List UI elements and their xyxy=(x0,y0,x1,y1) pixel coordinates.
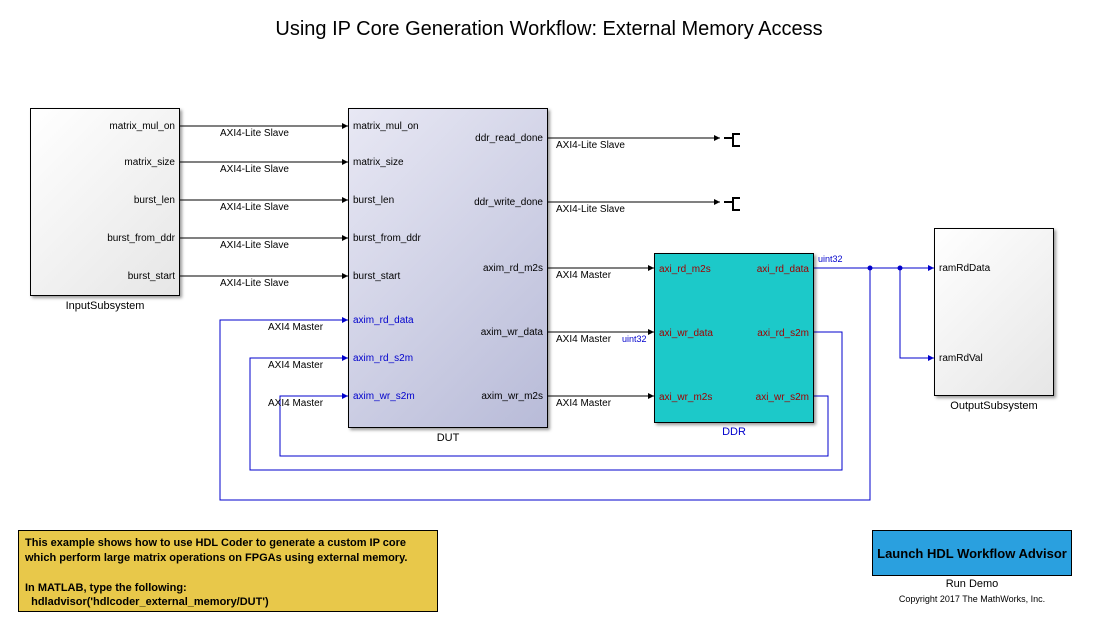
port-out: axim_wr_m2s xyxy=(481,391,543,402)
signal-label: AXI4 Master xyxy=(268,398,323,409)
block-ddr[interactable]: axi_rd_m2s axi_wr_data axi_wr_m2s axi_rd… xyxy=(654,253,814,423)
port-in: axim_rd_data xyxy=(353,315,414,326)
page-title: Using IP Core Generation Workflow: Exter… xyxy=(0,18,1098,41)
port-in: axim_wr_s2m xyxy=(353,391,415,402)
block-input-subsystem[interactable]: matrix_mul_on matrix_size burst_len burs… xyxy=(30,108,180,296)
note-line: In MATLAB, type the following: xyxy=(25,582,187,594)
block-output-label: OutputSubsystem xyxy=(934,400,1054,412)
port-in: axi_rd_m2s xyxy=(659,264,711,275)
signal-label: AXI4 Master xyxy=(556,398,611,409)
port-out: burst_from_ddr xyxy=(107,233,175,244)
signal-label: AXI4-Lite Slave xyxy=(556,204,625,215)
terminator-icon xyxy=(724,197,738,207)
port-in: burst_start xyxy=(353,271,400,282)
port-in: axi_wr_m2s xyxy=(659,392,712,403)
signal-label: AXI4-Lite Slave xyxy=(220,202,289,213)
block-ddr-label: DDR xyxy=(654,426,814,438)
launch-hdl-workflow-button[interactable]: Launch HDL Workflow Advisor xyxy=(872,530,1072,576)
port-in: matrix_mul_on xyxy=(353,121,419,132)
signal-label: AXI4 Master xyxy=(268,360,323,371)
signal-label: AXI4-Lite Slave xyxy=(556,140,625,151)
port-in: matrix_size xyxy=(353,157,404,168)
port-out: ddr_read_done xyxy=(475,133,543,144)
block-dut-label: DUT xyxy=(348,432,548,444)
signal-label: AXI4-Lite Slave xyxy=(220,278,289,289)
port-out: axim_rd_m2s xyxy=(483,263,543,274)
copyright-text: Copyright 2017 The MathWorks, Inc. xyxy=(872,594,1072,604)
port-out: matrix_size xyxy=(124,157,175,168)
signal-label: AXI4 Master xyxy=(268,322,323,333)
block-dut[interactable]: matrix_mul_on matrix_size burst_len burs… xyxy=(348,108,548,428)
signal-datatype: uint32 xyxy=(622,334,647,344)
signal-datatype: uint32 xyxy=(818,254,843,264)
description-note: This example shows how to use HDL Coder … xyxy=(18,530,438,612)
port-in: burst_from_ddr xyxy=(353,233,421,244)
terminator-icon xyxy=(724,133,738,143)
port-out: burst_len xyxy=(134,195,175,206)
signal-label: AXI4-Lite Slave xyxy=(220,240,289,251)
port-out: ddr_write_done xyxy=(474,197,543,208)
port-out: matrix_mul_on xyxy=(109,121,175,132)
signal-label: AXI4-Lite Slave xyxy=(220,164,289,175)
port-in: ramRdVal xyxy=(939,353,983,364)
signal-label: AXI4 Master xyxy=(556,334,611,345)
port-in: axim_rd_s2m xyxy=(353,353,413,364)
note-line: which perform large matrix operations on… xyxy=(25,552,407,564)
port-in: axi_wr_data xyxy=(659,328,713,339)
port-out: axim_wr_data xyxy=(481,327,543,338)
note-line: This example shows how to use HDL Coder … xyxy=(25,537,406,549)
run-demo-label: Run Demo xyxy=(872,578,1072,590)
signal-label: AXI4-Lite Slave xyxy=(220,128,289,139)
block-output-subsystem[interactable]: ramRdData ramRdVal xyxy=(934,228,1054,396)
signal-label: AXI4 Master xyxy=(556,270,611,281)
port-out: axi_rd_data xyxy=(757,264,809,275)
port-in: ramRdData xyxy=(939,263,990,274)
port-out: axi_rd_s2m xyxy=(757,328,809,339)
port-out: burst_start xyxy=(128,271,175,282)
block-input-label: InputSubsystem xyxy=(30,300,180,312)
note-line: hdladvisor('hdlcoder_external_memory/DUT… xyxy=(25,596,269,608)
port-out: axi_wr_s2m xyxy=(756,392,809,403)
port-in: burst_len xyxy=(353,195,394,206)
